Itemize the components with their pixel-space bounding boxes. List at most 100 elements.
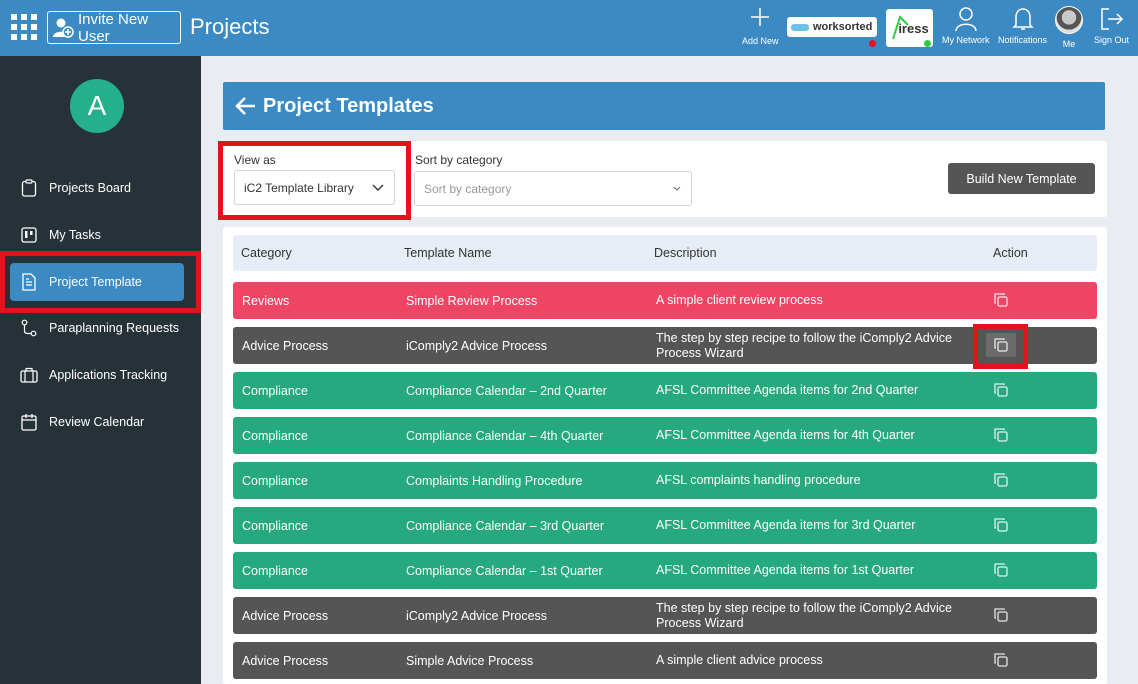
- cell-description: A simple client advice process: [656, 653, 823, 667]
- sort-by-category-select[interactable]: Sort by category: [414, 171, 692, 206]
- worksorted-logo[interactable]: worksorted: [787, 17, 877, 37]
- sidebar-item-label: Review Calendar: [49, 415, 145, 429]
- calendar-icon: [20, 413, 38, 431]
- table-row[interactable]: Compliance Compliance Calendar – 2nd Quar…: [233, 372, 1097, 409]
- column-header-action: Action: [993, 246, 1028, 260]
- table-header: Category Template Name Description Actio…: [233, 235, 1097, 271]
- document-icon: [20, 273, 38, 291]
- cell-category: Compliance: [242, 518, 309, 533]
- sidebar-item-my-tasks[interactable]: My Tasks: [10, 216, 184, 254]
- copy-template-button[interactable]: [986, 288, 1016, 312]
- copy-icon: [993, 382, 1009, 398]
- kanban-icon: [20, 226, 38, 244]
- view-as-value: iC2 Template Library: [244, 180, 354, 195]
- copy-template-button[interactable]: [986, 468, 1016, 492]
- my-network-button[interactable]: My Network: [942, 6, 990, 45]
- copy-icon: [993, 292, 1009, 308]
- back-arrow-icon[interactable]: [235, 96, 257, 116]
- invite-new-user-label: Invite New User: [78, 10, 149, 45]
- worksorted-logo-mark: [791, 23, 809, 31]
- worksorted-label: worksorted: [813, 21, 873, 33]
- cell-description: The step by step recipe to follow the iC…: [656, 600, 952, 630]
- notifications-button[interactable]: Notifications: [998, 6, 1047, 45]
- sidebar-item-paraplanning-requests[interactable]: Paraplanning Requests: [10, 309, 184, 347]
- add-new-button[interactable]: Add New: [742, 6, 779, 46]
- cell-category: Compliance: [242, 428, 309, 443]
- me-label: Me: [1062, 39, 1076, 49]
- copy-icon: [993, 337, 1009, 353]
- cell-template-name: Compliance Calendar – 3rd Quarter: [406, 518, 605, 533]
- sidebar-item-applications-tracking[interactable]: Applications Tracking: [10, 356, 184, 394]
- sign-out-button[interactable]: Sign Out: [1094, 6, 1129, 45]
- sidebar-item-project-template[interactable]: Project Template: [10, 263, 184, 301]
- cell-category: Advice Process: [242, 608, 329, 623]
- cell-category: Advice Process: [242, 338, 329, 353]
- my-network-label: My Network: [942, 35, 990, 45]
- cell-description: AFSL complaints handling procedure: [656, 473, 861, 487]
- chevron-down-icon: [673, 186, 681, 191]
- cell-description: AFSL Committee Agenda items for 3rd Quar…: [656, 518, 916, 532]
- table-row[interactable]: Reviews Simple Review Process A simple cli…: [233, 282, 1097, 319]
- user-avatar[interactable]: A: [70, 79, 124, 133]
- cell-template-name: Complaints Handling Procedure: [406, 473, 583, 488]
- cell-template-name: Compliance Calendar – 4th Quarter: [406, 428, 604, 443]
- cell-category: Reviews: [242, 293, 290, 308]
- page-title: Project Templates: [263, 94, 434, 117]
- copy-template-button[interactable]: [986, 378, 1016, 402]
- sidebar-item-label: Projects Board: [49, 181, 131, 195]
- sidebar-item-label: Project Template: [49, 275, 142, 289]
- table-row[interactable]: Compliance Compliance Calendar – 3rd Quar…: [233, 507, 1097, 544]
- invite-new-user-button[interactable]: Invite New User: [47, 10, 181, 45]
- chevron-down-icon: [372, 184, 384, 191]
- copy-icon: [993, 562, 1009, 578]
- briefcase-icon: [20, 366, 38, 384]
- sort-by-category-label: Sort by category: [415, 153, 503, 167]
- copy-template-button[interactable]: [986, 333, 1016, 357]
- copy-template-button[interactable]: [986, 558, 1016, 582]
- copy-template-button[interactable]: [986, 513, 1016, 537]
- me-button[interactable]: Me: [1055, 6, 1083, 49]
- table-row[interactable]: Advice Process iComply2 Advice Process The…: [233, 597, 1097, 634]
- plus-icon: [751, 8, 770, 26]
- cell-description: AFSL Committee Agenda items for 2nd Quar…: [656, 383, 919, 397]
- column-header-description: Description: [654, 246, 717, 260]
- view-as-select[interactable]: iC2 Template Library: [234, 170, 395, 205]
- copy-template-button[interactable]: [986, 423, 1016, 447]
- cell-category: Compliance: [242, 383, 309, 398]
- copy-icon: [993, 472, 1009, 488]
- build-new-template-button[interactable]: Build New Template: [948, 163, 1095, 194]
- app-title: Projects: [190, 14, 270, 39]
- sign-out-icon: [1100, 8, 1123, 30]
- copy-template-button[interactable]: [986, 648, 1016, 672]
- cell-template-name: Compliance Calendar – 1st Quarter: [406, 563, 603, 578]
- cell-description: A simple client review process: [656, 293, 823, 307]
- top-bar: Invite New User Projects Add New worksor…: [0, 0, 1138, 56]
- copy-icon: [993, 427, 1009, 443]
- cell-description: The step by step recipe to follow the iC…: [656, 330, 952, 360]
- copy-icon: [993, 517, 1009, 533]
- cell-category: Advice Process: [242, 653, 329, 668]
- cell-category: Compliance: [242, 563, 309, 578]
- table-row[interactable]: Advice Process iComply2 Advice Process The…: [233, 327, 1097, 364]
- sidebar-item-projects-board[interactable]: Projects Board: [10, 169, 184, 207]
- workflow-icon: [20, 319, 38, 337]
- table-row[interactable]: Compliance Complaints Handling Procedure A…: [233, 462, 1097, 499]
- clipboard-icon: [20, 179, 38, 197]
- sidebar-item-label: My Tasks: [49, 228, 101, 242]
- cell-template-name: Compliance Calendar – 2nd Quarter: [406, 383, 607, 398]
- table-row[interactable]: Advice Process Simple Advice Process A sim…: [233, 642, 1097, 679]
- iress-label: iress: [898, 20, 929, 36]
- table-row[interactable]: Compliance Compliance Calendar – 4th Quar…: [233, 417, 1097, 454]
- sidebar-item-label: Applications Tracking: [49, 368, 168, 382]
- add-new-label: Add New: [742, 36, 779, 46]
- user-icon: [955, 7, 977, 32]
- sidebar-item-review-calendar[interactable]: Review Calendar: [10, 403, 184, 441]
- column-header-category: Category: [241, 246, 292, 260]
- page-header: Project Templates: [223, 82, 1105, 130]
- table-row[interactable]: Compliance Compliance Calendar – 1st Quar…: [233, 552, 1097, 589]
- copy-template-button[interactable]: [986, 603, 1016, 627]
- cell-template-name: Simple Advice Process: [406, 653, 534, 668]
- bell-icon: [1011, 8, 1034, 30]
- apps-grid-icon[interactable]: [11, 14, 37, 40]
- sort-by-category-placeholder: Sort by category: [424, 181, 512, 196]
